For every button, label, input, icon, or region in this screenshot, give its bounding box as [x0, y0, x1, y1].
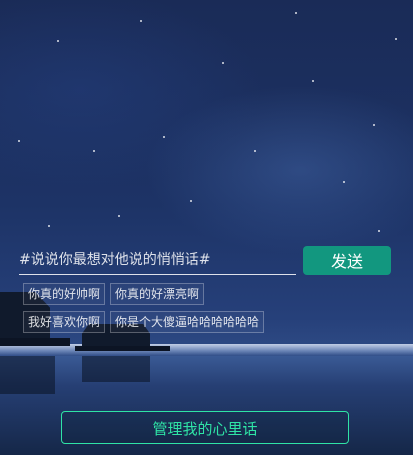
tag-row: 我好喜欢你啊 你是个大傻逼哈哈哈哈哈哈 — [23, 311, 313, 333]
star — [18, 140, 20, 142]
star — [93, 150, 95, 152]
wish-input[interactable] — [19, 246, 296, 275]
night-sky-background — [0, 0, 413, 455]
star — [140, 20, 142, 22]
star — [343, 181, 345, 183]
quick-phrase-tag[interactable]: 你真的好帅啊 — [23, 283, 106, 305]
hut-reflection — [82, 356, 150, 382]
left-pier — [0, 338, 70, 346]
quick-phrase-tag[interactable]: 你真的好漂亮啊 — [110, 283, 205, 305]
quick-phrase-tag[interactable]: 你是个大傻逼哈哈哈哈哈哈 — [110, 311, 265, 333]
star — [312, 80, 314, 82]
middle-pier — [75, 346, 170, 351]
tag-row: 你真的好帅啊 你真的好漂亮啊 — [23, 283, 313, 305]
star — [190, 200, 192, 202]
quick-phrase-tags: 你真的好帅啊 你真的好漂亮啊 我好喜欢你啊 你是个大傻逼哈哈哈哈哈哈 — [23, 283, 313, 339]
hut-reflection — [0, 356, 55, 394]
star — [118, 215, 120, 217]
star — [254, 150, 256, 152]
star — [222, 62, 224, 64]
star — [295, 12, 297, 14]
star — [378, 230, 380, 232]
star — [163, 136, 165, 138]
star — [373, 124, 375, 126]
manage-whispers-button[interactable]: 管理我的心里话 — [61, 411, 349, 444]
wish-input-row: 发送 — [19, 246, 393, 276]
quick-phrase-tag[interactable]: 我好喜欢你啊 — [23, 311, 106, 333]
star — [57, 40, 59, 42]
star — [48, 225, 50, 227]
star — [395, 38, 397, 40]
send-button[interactable]: 发送 — [303, 246, 391, 275]
